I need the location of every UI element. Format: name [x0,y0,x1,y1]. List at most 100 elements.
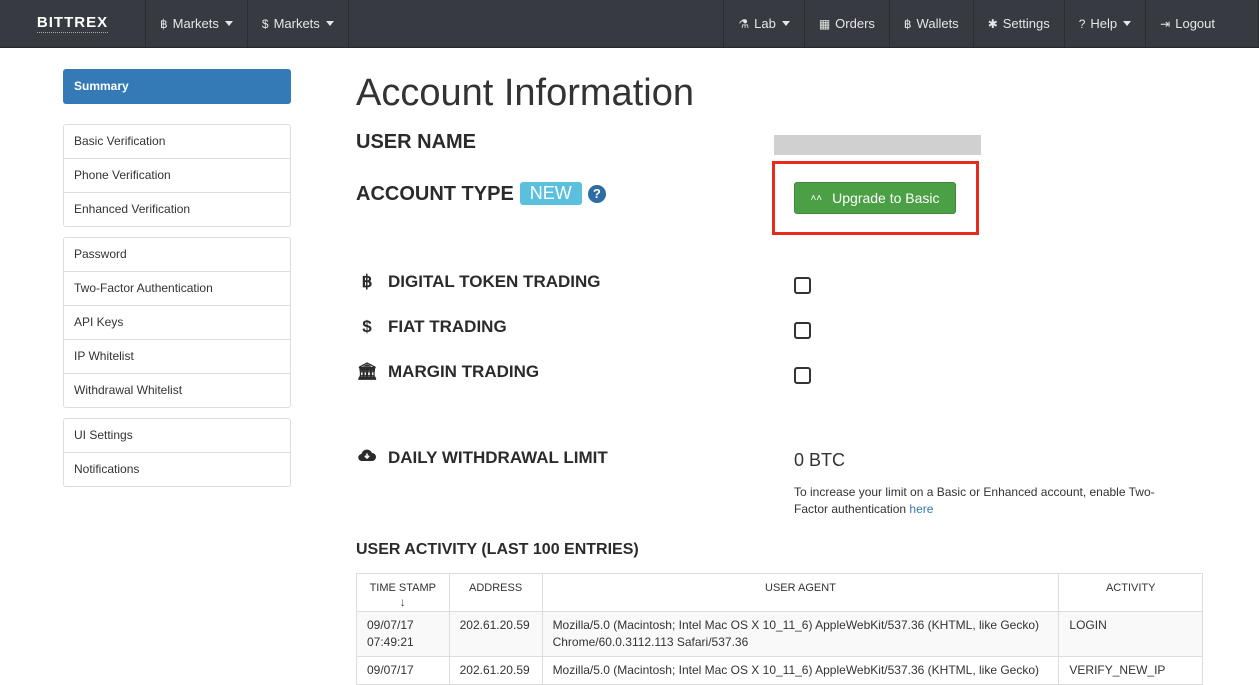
nav-settings[interactable]: ✱ Settings [974,0,1065,47]
withdrawal-limit-note: To increase your limit on a Basic or Enh… [794,484,1184,518]
cell-time-stamp: 09/07/17 07:49:21 [356,611,450,657]
caret-down-icon [781,21,790,26]
sidebar-item-notifications[interactable]: Notifications [64,453,290,486]
brand-text: BITTREX [36,14,109,33]
feature-fiat-trading: $ FIAT TRADING [356,317,507,337]
nav-spacer [349,0,725,47]
nav-wallets[interactable]: ฿ Wallets [890,0,974,47]
user-name-label: USER NAME [356,131,477,153]
sidebar-group-preferences: UI Settings Notifications [63,418,291,487]
flask-icon: ⚗ [738,16,750,31]
nav-lab[interactable]: ⚗ Lab [724,0,805,47]
account-type-label: ACCOUNT TYPE [356,183,514,205]
sidebar-item-api-keys[interactable]: API Keys [64,306,290,340]
cell-user-agent: Mozilla/5.0 (Macintosh; Intel Mac OS X 1… [541,611,1060,657]
nav-orders[interactable]: ▦ Orders [805,0,890,47]
sidebar-item-phone-verification[interactable]: Phone Verification [64,159,290,193]
upgrade-to-basic-button[interactable]: ˄˄ Upgrade to Basic [794,182,956,214]
account-type-badge: NEW [519,182,582,205]
cloud-download-svg [358,449,376,462]
withdrawal-note-text: To increase your limit on a Basic or Enh… [794,485,1155,516]
cell-date: 09/07/17 [367,618,414,632]
account-type-row: ACCOUNT TYPE NEW? [356,182,606,206]
nav-orders-label: Orders [835,16,875,31]
nav-help[interactable]: ? Help [1065,0,1147,47]
sidebar-item-enhanced-verification[interactable]: Enhanced Verification [64,193,290,226]
sign-out-icon: ⇥ [1160,16,1171,31]
daily-withdrawal-limit-label: DAILY WITHDRAWAL LIMIT [388,448,608,467]
nav-markets-btc-label: Markets [172,16,219,31]
feature-label: DIGITAL TOKEN TRADING [388,272,601,291]
daily-withdrawal-limit-row: DAILY WITHDRAWAL LIMIT [356,447,608,468]
bitcoin-icon: ฿ [361,272,373,291]
cell-activity: VERIFY_NEW_IP [1058,656,1203,685]
cell-time: 07:49:21 [367,635,414,649]
question-circle-icon: ? [1078,16,1086,31]
fiat-trading-checkbox[interactable] [794,322,811,339]
bitcoin-icon: ฿ [160,16,168,31]
cell-address: 202.61.20.59 [448,656,543,685]
feature-label: FIAT TRADING [388,317,507,336]
calendar-icon: ▦ [818,16,831,31]
sidebar-item-two-factor[interactable]: Two-Factor Authentication [64,272,290,306]
cloud-download-icon [356,447,378,468]
column-header-time-stamp[interactable]: TIME STAMP ↓ [356,573,450,612]
sidebar-item-password[interactable]: Password [64,238,290,272]
nav-lab-label: Lab [754,16,776,31]
feature-digital-token-trading: ฿ DIGITAL TOKEN TRADING [356,272,601,292]
sidebar-item-basic-verification[interactable]: Basic Verification [64,125,290,159]
dollar-icon: $ [362,317,372,336]
sidebar-item-ui-settings[interactable]: UI Settings [64,419,290,453]
upgrade-button-label: Upgrade to Basic [832,190,940,206]
cell-date: 09/07/17 [367,663,414,677]
nav-markets-usd-label: Markets [273,16,320,31]
sidebar-group-security: Password Two-Factor Authentication API K… [63,237,291,408]
column-header-activity[interactable]: ACTIVITY [1058,573,1203,612]
page-title: Account Information [356,72,694,114]
cell-user-agent-line1: Mozilla/5.0 (Macintosh; Intel Mac OS X 1… [552,663,1040,677]
dollar-icon: $ [261,16,269,31]
caret-down-icon [1123,21,1132,26]
chevron-up-icon: ˄˄ [810,192,823,204]
nav-logout[interactable]: ⇥ Logout [1146,0,1259,47]
digital-token-trading-checkbox[interactable] [794,277,811,294]
nav-markets-btc[interactable]: ฿ Markets [146,0,248,47]
margin-trading-checkbox[interactable] [794,367,811,384]
sort-down-icon: ↓ [399,595,406,609]
nav-help-label: Help [1090,16,1118,31]
column-header-address[interactable]: ADDRESS [448,573,543,612]
nav-logout-label: Logout [1175,16,1215,31]
table-header-row: TIME STAMP ↓ ADDRESS USER AGENT ACTIVITY [356,573,1203,612]
nav-markets-usd[interactable]: $ Markets [248,0,349,47]
sidebar-item-ip-whitelist[interactable]: IP Whitelist [64,340,290,374]
brand-logo[interactable]: BITTREX [0,0,146,47]
user-activity-title: USER ACTIVITY (LAST 100 ENTRIES) [356,541,639,558]
sidebar-group-verification: Basic Verification Phone Verification En… [63,124,291,227]
cell-user-agent-line1: Mozilla/5.0 (Macintosh; Intel Mac OS X 1… [552,618,1040,632]
column-header-time-stamp-label: TIME STAMP [369,582,436,594]
cell-user-agent-line2: Chrome/60.0.3112.113 Safari/537.36 [552,635,749,649]
caret-down-icon [325,21,334,26]
table-row: 09/07/17 07:49:21 202.61.20.59 Mozilla/5… [356,611,1203,657]
bank-icon: 🏛 [356,362,378,381]
feature-margin-trading: 🏛 MARGIN TRADING [356,362,539,382]
nav-settings-label: Settings [1002,16,1050,31]
caret-down-icon [224,21,233,26]
question-circle-icon[interactable]: ? [587,185,606,203]
enable-two-factor-link[interactable]: here [909,502,933,516]
gear-icon: ✱ [987,16,998,31]
cell-time-stamp: 09/07/17 [356,656,450,685]
nav-wallets-label: Wallets [916,16,959,31]
column-header-user-agent[interactable]: USER AGENT [541,573,1060,612]
daily-withdrawal-limit-value: 0 BTC [794,450,846,470]
cell-address: 202.61.20.59 [448,611,543,657]
top-navbar: BITTREX ฿ Markets $ Markets ⚗ Lab ▦ Orde… [0,0,1259,48]
sidebar-item-withdrawal-whitelist[interactable]: Withdrawal Whitelist [64,374,290,407]
settings-sidebar: Summary Basic Verification Phone Verific… [63,69,291,497]
user-name-value-redacted [774,135,981,155]
feature-label: MARGIN TRADING [388,362,540,381]
user-activity-table: TIME STAMP ↓ ADDRESS USER AGENT ACTIVITY… [356,573,1203,685]
cell-activity: LOGIN [1058,611,1203,657]
sidebar-item-summary[interactable]: Summary [63,69,291,104]
table-row: 09/07/17 202.61.20.59 Mozilla/5.0 (Macin… [356,656,1203,685]
